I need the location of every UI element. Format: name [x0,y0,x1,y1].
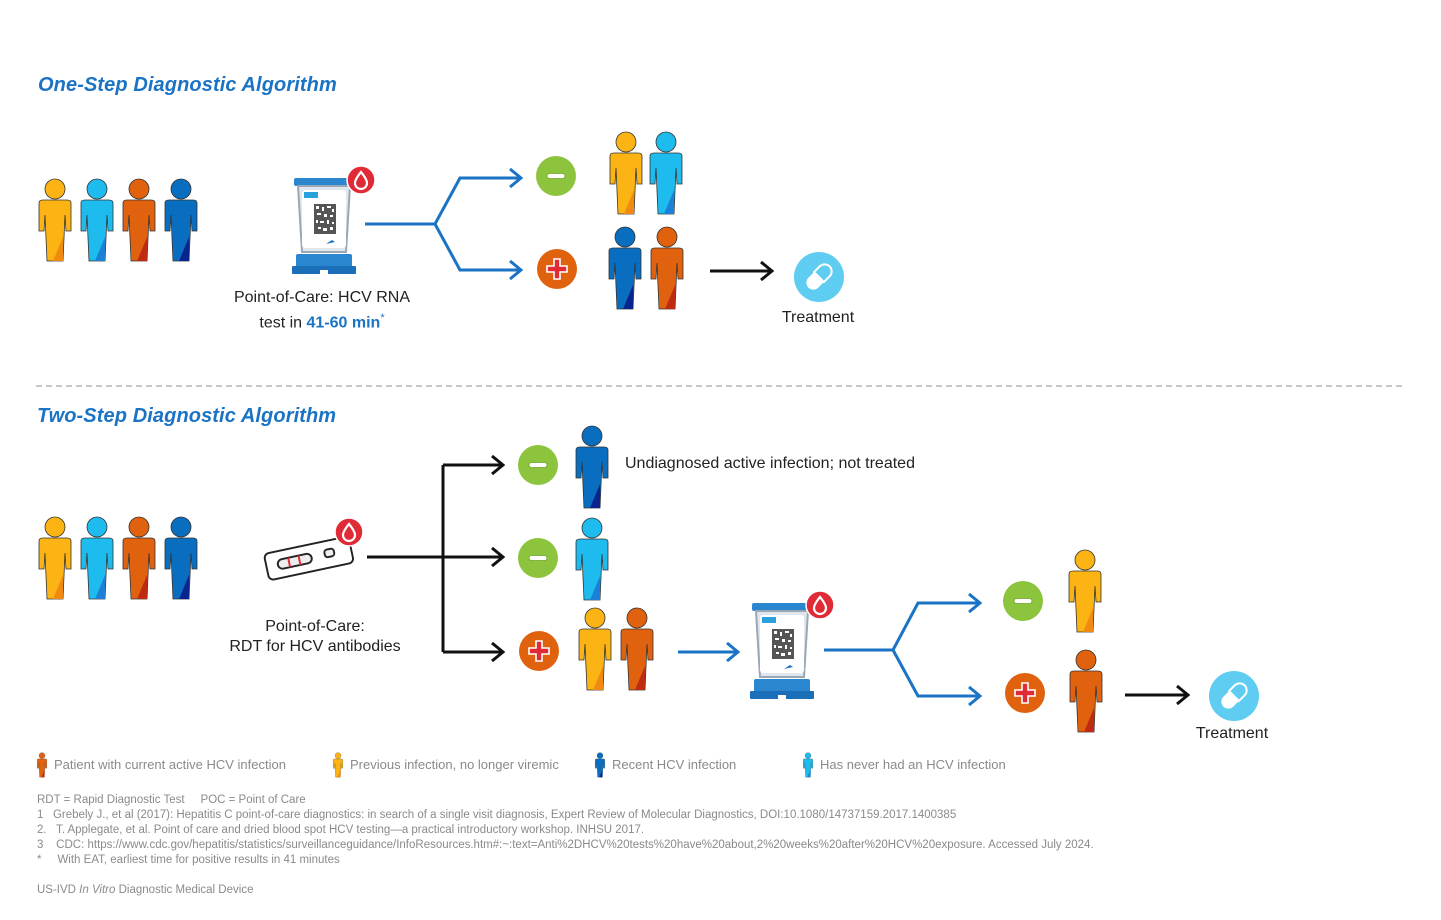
person-never-icon [649,131,683,215]
reference-2: 2. T. Applegate, et al. Point of care an… [37,824,645,836]
person-previous-icon [578,607,612,691]
positive-branch-arrow [891,649,980,696]
person-icon [803,752,813,778]
negative-result-icon [518,445,558,485]
person-previous-icon [1068,549,1102,633]
legend-label: Patient with current active HCV infectio… [54,756,286,772]
person-current-icon [650,226,684,310]
positive-branch-arrow [433,223,521,270]
device-suffix: Diagnostic Medical Device [115,884,254,896]
caption-line-2: RDT for HCV antibodies [229,638,401,655]
negative-branch-arrow [365,178,521,226]
treatment-label: Treatment [781,309,855,326]
reference-3: 3 CDC: https://www.cdc.gov/hepatitis/sta… [37,839,1094,851]
person-icon [333,752,343,778]
negative-result-icon [536,156,576,196]
caption-line-2: test in 41-60 min* [222,308,422,333]
person-previous-icon [38,178,72,262]
reference-1: 1 Grebely J., et al (2017): Hepatitis C … [37,809,957,821]
person-recent-icon [164,516,198,600]
negative-result-icon [518,538,558,578]
person-previous-icon [38,516,72,600]
positive-result-icon [1005,673,1045,713]
person-current-icon [620,607,654,691]
treatment-pill-icon [794,252,844,302]
person-icon [595,752,605,778]
caption-line-1: Point-of-Care: HCV RNA [233,289,411,306]
legend-label: Recent HCV infection [612,756,737,772]
person-recent-icon [595,752,605,778]
blood-drop-icon [334,517,364,547]
abbreviations: RDT = Rapid Diagnostic Test POC = Point … [37,794,306,806]
person-current-icon [1069,649,1103,733]
person-recent-icon [575,425,609,509]
blood-drop-icon [346,165,376,195]
undiagnosed-note: Undiagnosed active infection; not treate… [625,455,915,472]
caption-line-1: Point-of-Care: [265,618,365,635]
caption-prefix: test in [259,314,307,332]
person-never-icon [803,752,813,778]
person-previous-icon [333,752,343,778]
person-current-icon [122,178,156,262]
person-previous-icon [609,131,643,215]
positive-result-icon [537,249,577,289]
hcv-rna-cartridge-icon [292,177,356,276]
person-recent-icon [608,226,642,310]
blood-drop-icon [805,590,835,620]
treatment-label: Treatment [1195,725,1269,742]
person-never-icon [80,178,114,262]
person-never-icon [575,517,609,601]
person-current-icon [37,752,47,778]
person-recent-icon [164,178,198,262]
two-step-test-caption: Point-of-Care: RDT for HCV antibodies [210,617,420,657]
legend-item-current: Patient with current active HCV infectio… [36,752,286,778]
person-icon [37,752,47,778]
time-highlight: 41-60 min [306,314,381,332]
person-never-icon [80,516,114,600]
device-italic: In Vitro [79,884,116,896]
legend: Patient with current active HCV infectio… [36,752,1036,778]
positive-result-icon [519,631,559,671]
people-layer [38,131,1103,733]
device-prefix: US-IVD [37,884,80,896]
legend-item-recent: Recent HCV infection [594,752,737,778]
footnote-asterisk: * With EAT, earliest time for positive r… [37,854,340,866]
one-step-test-caption: Point-of-Care: HCV RNA test in 41-60 min… [222,288,422,333]
legend-label: Previous infection, no longer viremic [350,756,559,772]
legend-item-previous: Previous infection, no longer viremic [332,752,559,778]
footnote-mark: * [380,312,385,324]
negative-branch-arrow [824,603,980,652]
legend-label: Has never had an HCV infection [820,756,1006,772]
device-classification: US-IVD In Vitro Diagnostic Medical Devic… [37,883,253,898]
person-current-icon [122,516,156,600]
footnotes: RDT = Rapid Diagnostic Test POC = Point … [37,793,1094,868]
legend-item-never: Has never had an HCV infection [802,752,1006,778]
treatment-pill-icon [1209,671,1259,721]
negative-result-icon [1003,581,1043,621]
hcv-rna-cartridge-icon [750,602,814,701]
